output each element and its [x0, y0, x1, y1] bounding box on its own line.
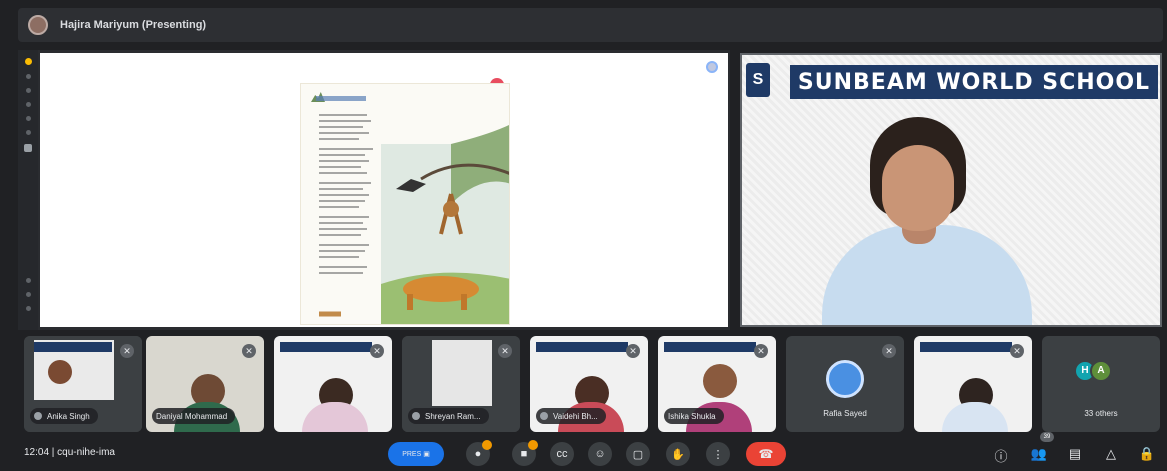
participant-name-pill: Daniyal Mohammad [152, 408, 236, 424]
eraser-tool-icon[interactable] [25, 130, 31, 135]
participant-tile-2[interactable]: ✕ Daniyal Mohammad [146, 336, 264, 432]
mic-status-icon [34, 412, 42, 420]
meet-window: Hajira Mariyum (Presenting) S SUNBEAM WO… [0, 0, 1167, 471]
captions-button[interactable]: cc [550, 442, 574, 466]
people-button[interactable]: 👥 [1030, 446, 1048, 462]
mic-off-icon: ✕ [120, 344, 134, 358]
present-label: PRES [402, 450, 422, 458]
participant-name: Ishika Shukla [668, 411, 716, 421]
leave-call-button[interactable]: ☎ [746, 442, 786, 466]
mic-off-icon: ✕ [370, 344, 384, 358]
mic-off-icon: ✕ [1010, 344, 1024, 358]
mic-off-icon: ✕ [626, 344, 640, 358]
pen-tool-icon[interactable] [25, 74, 31, 79]
activities-icon: △ [1106, 446, 1116, 461]
mic-off-icon: ✕ [498, 344, 512, 358]
participant-name: Daniyal Mohammad [156, 411, 228, 421]
emoji-icon: ☺ [594, 448, 606, 460]
clear-tool-icon[interactable] [25, 306, 31, 311]
participant-name-pill: Vaidehi Bh... [536, 408, 606, 424]
redo-tool-icon[interactable] [25, 292, 31, 297]
raise-hand-button[interactable]: ✋ [666, 442, 690, 466]
lock-icon: 🔒 [1138, 446, 1156, 461]
chat-button[interactable]: ▤ [1066, 446, 1084, 462]
participant-name: Shreyan Ram... [425, 411, 481, 421]
participant-count-badge: 39 [1040, 432, 1054, 442]
participant-name-pill: Shreyan Ram... [408, 408, 489, 424]
host-controls-button[interactable]: 🔒 [1138, 446, 1156, 462]
participant-tile-5[interactable]: ✕ Vaidehi Bh... [530, 336, 648, 432]
mic-status-icon [540, 412, 548, 420]
participant-avatar [826, 360, 864, 398]
end-call-icon: ☎ [758, 447, 774, 461]
school-banner: SUNBEAM WORLD SCHOOL [790, 65, 1158, 99]
people-icon: 👥 [1030, 446, 1048, 461]
selected-tool-icon[interactable] [24, 144, 32, 152]
speaker-tile[interactable]: S SUNBEAM WORLD SCHOOL [740, 53, 1162, 327]
participant-name: Anika Singh [47, 411, 90, 421]
participant-strip: ✕ Anika Singh ✕ Daniyal Mohammad ✕ ✕ Shr… [18, 336, 1163, 432]
raise-hand-icon: ✋ [671, 448, 685, 461]
pointer-tool-icon[interactable] [24, 58, 32, 65]
participant-name: Rafia Sayed [823, 409, 867, 418]
participant-tile-1[interactable]: ✕ Anika Singh [24, 336, 142, 432]
emoji-button[interactable]: ☺ [588, 442, 612, 466]
participant-name: Vaidehi Bh... [553, 411, 598, 421]
more-icon: ⋮ [712, 448, 724, 461]
others-count: 33 others [1084, 409, 1118, 418]
mic-off-icon: ✕ [242, 344, 256, 358]
present-now-button[interactable]: PRES ▣ [388, 442, 444, 466]
participant-tile-8[interactable]: ✕ [914, 336, 1032, 432]
school-logo: S [746, 63, 770, 97]
others-tile[interactable]: H A 33 others [1042, 336, 1160, 432]
presenter-title: Hajira Mariyum (Presenting) [60, 19, 207, 31]
camera-icon: ■ [520, 448, 528, 460]
info-icon: ⓘ [994, 449, 1008, 464]
present-button[interactable]: ▢ [626, 442, 650, 466]
mic-button[interactable]: ● [466, 440, 492, 466]
meeting-time-code: 12:04 | cqu-nihe-ima [24, 447, 115, 458]
participant-name-pill: Ishika Shukla [664, 408, 724, 424]
captions-icon: cc [556, 448, 568, 460]
undo-tool-icon[interactable] [25, 278, 31, 283]
participant-tile-3[interactable]: ✕ [274, 336, 392, 432]
mic-icon: ● [474, 448, 482, 460]
shared-slide [40, 53, 728, 327]
highlighter-tool-icon[interactable] [25, 88, 31, 93]
annotation-toolbar [18, 50, 38, 330]
participant-tile-7[interactable]: ✕ Rafia Sayed [786, 336, 904, 432]
book-page-image [300, 83, 510, 325]
more-options-button[interactable]: ⋮ [706, 442, 730, 466]
presenter-avatar [28, 15, 48, 35]
present-icon: ▢ [632, 448, 644, 461]
others-avatar-group: H A [1074, 360, 1112, 382]
speaker-face [882, 145, 954, 231]
presenter-bar: Hajira Mariyum (Presenting) [18, 8, 1163, 42]
page-illustration [316, 96, 509, 324]
participant-tile-6[interactable]: ✕ Ishika Shukla [658, 336, 776, 432]
shape-tool-icon[interactable] [25, 102, 31, 107]
chat-icon: ▤ [1068, 446, 1082, 461]
mic-status-icon [412, 412, 420, 420]
participant-tile-4[interactable]: ✕ Shreyan Ram... [402, 336, 520, 432]
presenter-indicator-icon [706, 61, 718, 73]
others-avatar: A [1090, 360, 1112, 382]
camera-button[interactable]: ■ [512, 440, 538, 466]
mic-off-icon: ✕ [882, 344, 896, 358]
presentation-stage [18, 50, 730, 330]
participant-name-pill: Anika Singh [30, 408, 98, 424]
control-bar: 12:04 | cqu-nihe-ima PRES ▣ ● ■ cc ☺ ▢ ✋… [0, 436, 1167, 471]
activities-button[interactable]: △ [1102, 446, 1120, 462]
mic-off-icon: ✕ [754, 344, 768, 358]
meeting-details-button[interactable]: ⓘ [992, 446, 1010, 464]
text-tool-icon[interactable] [25, 116, 31, 121]
